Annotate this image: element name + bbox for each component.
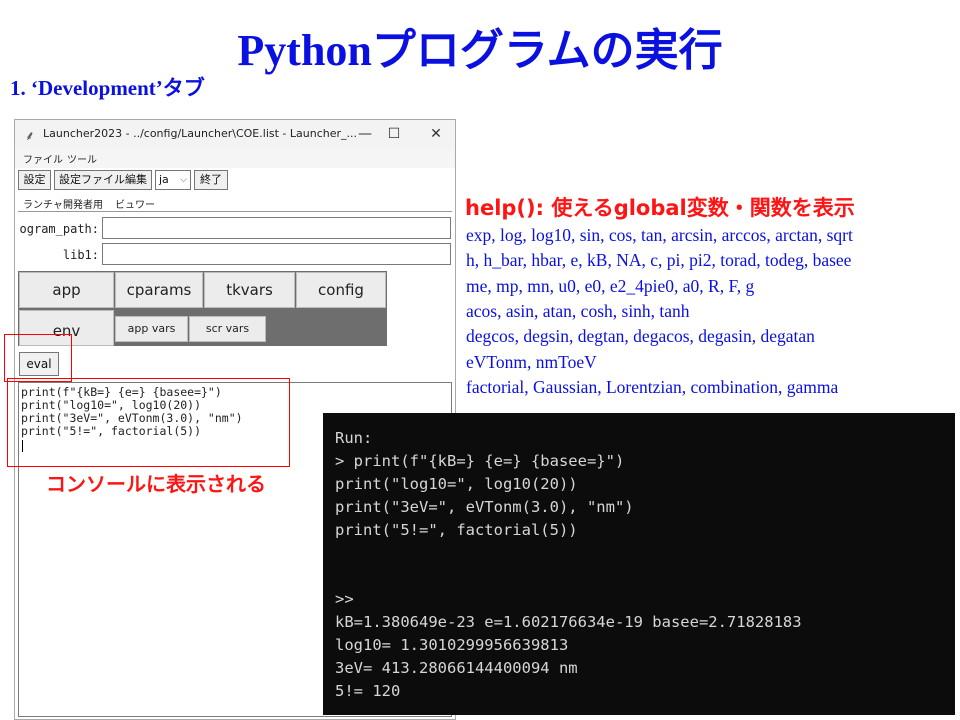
console-annotation: コンソールに表示される [46, 472, 266, 496]
config-button[interactable]: config [296, 272, 386, 308]
tab-divider [18, 211, 452, 212]
console-line: 5!= 120 [335, 682, 401, 700]
menu-bar: ファイル ツール [15, 148, 455, 168]
cparams-button[interactable]: cparams [115, 272, 203, 308]
program-path-field[interactable] [102, 217, 451, 239]
console-line: kB=1.380649e-23 e=1.602176634e-19 basee=… [335, 613, 802, 631]
eval-highlight-box [4, 334, 72, 382]
help-line: exp, log, log10, sin, cos, tan, arcsin, … [466, 225, 853, 245]
menu-file[interactable]: ファイル [23, 151, 63, 166]
tab-bar: ランチャ 開発者用 ビュワー [15, 196, 455, 211]
minimize-button[interactable]: — [353, 123, 377, 145]
close-button[interactable]: ✕ [424, 123, 448, 145]
tab-development[interactable]: 開発者用 [63, 196, 103, 211]
help-line: h, h_bar, hbar, e, kB, NA, c, pi, pi2, t… [466, 250, 852, 270]
lib1-field[interactable] [102, 243, 451, 265]
console-output: Run: > print(f"{kB=} {e=} {basee=}") pri… [323, 413, 955, 715]
console-line: >> [335, 590, 354, 608]
exit-button[interactable]: 終了 [194, 170, 228, 190]
console-line: > print(f"{kB=} {e=} {basee=}") [335, 452, 625, 470]
console-line: log10= 1.3010299956639813 [335, 636, 569, 654]
code-highlight-box [7, 378, 290, 467]
window-title: Launcher2023 - ../config/Launcher\COE.li… [43, 127, 357, 140]
help-line: acos, asin, atan, cosh, sinh, tanh [466, 301, 690, 321]
console-line: print("log10=", log10(20)) [335, 475, 578, 493]
app-button[interactable]: app [19, 272, 114, 308]
help-line: degcos, degsin, degtan, degacos, degasin… [466, 326, 815, 346]
program-path-label: ogram_path: [19, 222, 99, 236]
console-line: print("5!=", factorial(5)) [335, 521, 578, 539]
feather-icon: ⸙ [25, 129, 35, 144]
help-line: factorial, Gaussian, Lorentzian, combina… [466, 377, 839, 397]
slide-subtitle: 1. ‘Development’タブ [10, 76, 205, 100]
slide-title: Pythonプログラムの実行 [237, 26, 723, 75]
lib1-label: lib1: [62, 248, 99, 262]
menu-tools[interactable]: ツール [67, 151, 97, 166]
title-bar: ⸙ Launcher2023 - ../config/Launcher\COE.… [15, 120, 455, 148]
settings-button[interactable]: 設定 [18, 170, 51, 190]
console-line: 3eV= 413.28066144400094 nm [335, 659, 578, 677]
help-title: help(): 使えるglobal変数・関数を表示 [465, 196, 855, 220]
scr-vars-button[interactable]: scr vars [189, 316, 266, 342]
language-value: ja [159, 173, 169, 186]
help-line: eVTonm, nmToeV [466, 352, 597, 372]
app-vars-button[interactable]: app vars [115, 316, 188, 342]
console-line: print("3eV=", eVTonm(3.0), "nm") [335, 498, 634, 516]
tkvars-button[interactable]: tkvars [204, 272, 295, 308]
chevron-down-icon: ⌵ [180, 175, 187, 185]
tab-viewer[interactable]: ビュワー [115, 196, 155, 211]
help-line: me, mp, mn, u0, e0, e2_4pie0, a0, R, F, … [466, 276, 755, 296]
console-line: Run: [335, 429, 373, 447]
language-select[interactable]: ja ⌵ [155, 170, 191, 190]
tab-launcher[interactable]: ランチャ [23, 196, 63, 211]
edit-settings-file-button[interactable]: 設定ファイル編集 [54, 170, 152, 190]
maximize-button[interactable]: ☐ [382, 123, 406, 145]
